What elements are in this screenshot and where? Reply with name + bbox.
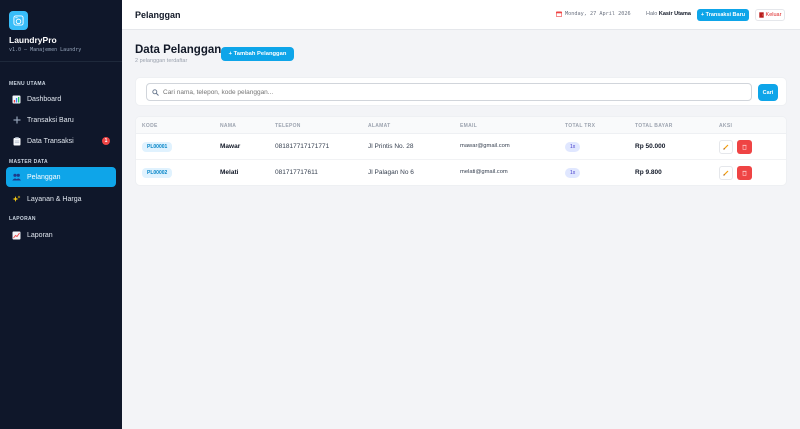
pencil-icon — [723, 144, 729, 150]
brand: LaundryPro v1.0 — Manajemen Laundry — [0, 0, 122, 62]
column-header: NAMA — [220, 123, 237, 129]
clipboard-icon — [12, 136, 21, 146]
total-paid: Rp 9.800 — [635, 169, 662, 176]
column-header: AKSI — [719, 123, 733, 129]
column-header: EMAIL — [460, 123, 478, 129]
table-header: KODE NAMA TELEPON ALAMAT EMAIL TOTAL TRX… — [136, 117, 786, 134]
customer-code-badge: PL00001 — [142, 142, 173, 152]
customer-email: mawar@gmail.com — [460, 143, 510, 149]
customer-code-badge: PL00002 — [142, 168, 173, 178]
brand-name: LaundryPro — [9, 35, 57, 45]
search-input[interactable] — [163, 88, 743, 96]
logout-label: Keluar — [765, 12, 782, 18]
customer-name: Melati — [220, 169, 239, 176]
column-header: KODE — [142, 123, 158, 129]
top-bar: Pelanggan Monday, 27 April 2026 Halo Kas… — [122, 0, 800, 30]
edit-button[interactable] — [719, 166, 733, 180]
sparkles-icon — [12, 195, 21, 204]
trash-icon — [742, 144, 747, 150]
column-header: TELEPON — [275, 123, 301, 129]
washing-machine-icon — [9, 11, 28, 30]
main-heading: Data Pelanggan — [135, 44, 222, 56]
calendar-icon — [556, 11, 562, 17]
delete-button[interactable] — [737, 166, 752, 180]
search-icon — [152, 88, 159, 96]
sidebar-item-data-transaksi[interactable]: Data Transaksi 1 — [6, 131, 116, 151]
column-header: TOTAL BAYAR — [635, 123, 673, 129]
delete-button[interactable] — [737, 140, 752, 154]
sidebar-item-dashboard[interactable]: Dashboard — [6, 89, 116, 109]
date-text: Monday, 27 April 2026 — [565, 11, 631, 17]
user-name: Kasir Utama — [658, 11, 691, 17]
section-menu-utama: MENU UTAMA — [9, 81, 46, 87]
notification-badge: 1 — [102, 137, 110, 145]
line-chart-icon — [12, 231, 21, 240]
trash-icon — [742, 170, 747, 176]
table-row: PL00001 Mawar 081817717171771 Jl Printis… — [136, 134, 786, 160]
customer-email: melati@gmail.com — [460, 169, 508, 175]
search-card: Cari — [135, 77, 787, 106]
pencil-icon — [723, 170, 729, 176]
sidebar-item-label: Pelanggan — [27, 173, 61, 181]
sidebar-item-layanan-harga[interactable]: Layanan & Harga — [6, 189, 116, 209]
user-greeting: Halo Kasir Utama — [646, 11, 691, 17]
section-laporan: LAPORAN — [9, 216, 36, 222]
customer-count: 2 pelanggan terdaftar — [135, 58, 188, 64]
logout-button[interactable]: Keluar — [755, 9, 785, 21]
customer-name: Mawar — [220, 143, 241, 150]
page-title: Pelanggan — [135, 10, 181, 20]
users-icon — [12, 173, 21, 182]
customer-table: KODE NAMA TELEPON ALAMAT EMAIL TOTAL TRX… — [135, 116, 787, 186]
transaction-count-badge: 1x — [565, 142, 581, 152]
table-row: PL00002 Melati 081717717611 Jl Palagan N… — [136, 160, 786, 185]
add-customer-button[interactable]: + Tambah Pelanggan — [221, 47, 294, 61]
sidebar-item-pelanggan[interactable]: Pelanggan — [6, 167, 116, 187]
transaction-count-badge: 1x — [565, 168, 581, 178]
sidebar-item-label: Transaksi Baru — [27, 116, 74, 124]
column-header: ALAMAT — [368, 123, 391, 129]
column-header: TOTAL TRX — [565, 123, 596, 129]
search-button[interactable]: Cari — [758, 84, 778, 101]
sidebar-item-label: Laporan — [27, 231, 53, 239]
sidebar-item-transaksi-baru[interactable]: Transaksi Baru — [6, 110, 116, 130]
edit-button[interactable] — [719, 140, 733, 154]
customer-phone: 081817717171771 — [275, 143, 330, 150]
sidebar-item-label: Dashboard — [27, 95, 62, 103]
new-transaction-button[interactable]: + Transaksi Baru — [697, 9, 749, 21]
total-paid: Rp 50.000 — [635, 143, 666, 150]
customer-address: Jl Palagan No 6 — [368, 169, 414, 176]
sidebar-item-label: Data Transaksi — [27, 137, 74, 145]
brand-subtitle: v1.0 — Manajemen Laundry — [9, 47, 82, 53]
sidebar: LaundryPro v1.0 — Manajemen Laundry MENU… — [0, 0, 122, 429]
door-icon — [758, 12, 764, 18]
current-date: Monday, 27 April 2026 — [556, 11, 631, 17]
customer-address: Jl Printis No. 28 — [368, 143, 414, 150]
customer-phone: 081717717611 — [275, 169, 318, 176]
section-master-data: MASTER DATA — [9, 159, 48, 165]
chart-icon — [12, 95, 21, 104]
plus-icon — [12, 116, 21, 125]
greeting-prefix: Halo — [646, 11, 658, 17]
search-box[interactable] — [146, 83, 752, 101]
sidebar-item-laporan[interactable]: Laporan — [6, 225, 116, 245]
sidebar-item-label: Layanan & Harga — [27, 195, 82, 203]
